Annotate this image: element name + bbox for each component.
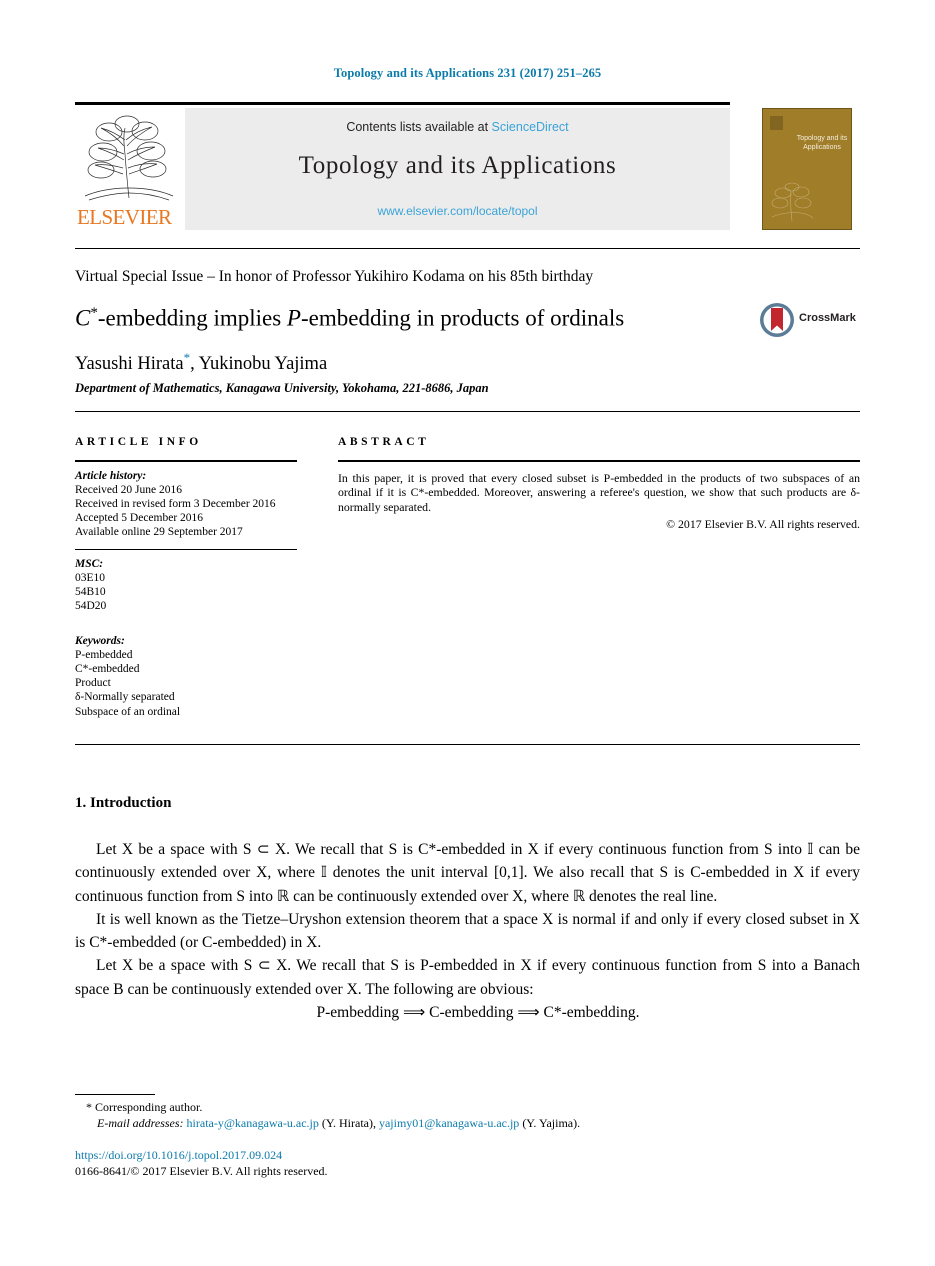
abstract-heading: ABSTRACT bbox=[338, 436, 430, 448]
journal-title: Topology and its Applications bbox=[298, 152, 617, 179]
email-link-hirata[interactable]: hirata-y@kanagawa-u.ac.jp bbox=[187, 1116, 319, 1130]
intro-paragraph-2: It is well known as the Tietze–Uryshon e… bbox=[75, 910, 860, 952]
contents-available-line: Contents lists available at ScienceDirec… bbox=[185, 120, 730, 134]
journal-url-link[interactable]: www.elsevier.com/locate/topol bbox=[185, 204, 730, 218]
email-addresses-note: E-mail addresses: hirata-y@kanagawa-u.ac… bbox=[75, 1115, 860, 1131]
abstract-rule bbox=[338, 460, 860, 462]
rule-top bbox=[75, 102, 730, 105]
keyword-item: C*-embedded bbox=[75, 663, 140, 676]
introduction-heading: 1. Introduction bbox=[75, 795, 172, 811]
paper-page: Topology and its Applications 231 (2017)… bbox=[0, 0, 935, 1266]
msc-code: 03E10 bbox=[75, 572, 106, 584]
affiliation: Department of Mathematics, Kanagawa Univ… bbox=[75, 381, 489, 395]
elsevier-wordmark: ELSEVIER bbox=[77, 205, 172, 229]
keywords-label: Keywords: bbox=[75, 634, 125, 647]
msc-divider-rule bbox=[75, 548, 297, 550]
display-equation: P-embedding ⟹ C-embedding ⟹ C*-embedding… bbox=[316, 1004, 640, 1022]
msc-code: 54B10 bbox=[75, 586, 106, 599]
title-segment-2: -embedding implies bbox=[97, 305, 287, 331]
sciencedirect-link[interactable]: ScienceDirect bbox=[492, 120, 569, 134]
special-issue-line: Virtual Special Issue – In honor of Prof… bbox=[75, 268, 594, 285]
msc-block: MSC: 03E10 54B10 54D20 bbox=[75, 557, 297, 614]
contents-prefix: Contents lists available at bbox=[346, 120, 492, 134]
history-item: Received 20 June 2016 bbox=[75, 483, 182, 496]
journal-masthead: ELSEVIER Contents lists available at Sci… bbox=[75, 108, 730, 230]
keyword-item: Subspace of an ordinal bbox=[75, 705, 181, 718]
history-item: Accepted 5 December 2016 bbox=[75, 512, 204, 525]
doi-link[interactable]: https://doi.org/10.1016/j.topol.2017.09.… bbox=[75, 1148, 860, 1164]
intro-paragraph-1: Let X be a space with S ⊂ X. We recall t… bbox=[75, 841, 860, 905]
masthead-banner: Contents lists available at ScienceDirec… bbox=[185, 108, 730, 230]
page-title: C*-embedding implies P-embedding in prod… bbox=[75, 298, 735, 334]
title-c-symbol: C bbox=[75, 305, 91, 331]
article-history-block: Article history: Received 20 June 2016 R… bbox=[75, 469, 297, 540]
author-1: Yasushi Hirata bbox=[75, 354, 184, 375]
corresponding-author-note: * Corresponding author. bbox=[75, 1099, 860, 1115]
msc-label: MSC: bbox=[75, 557, 104, 570]
article-history-label: Article history: bbox=[75, 469, 147, 482]
article-info-rule bbox=[75, 460, 297, 462]
title-p-symbol: P bbox=[286, 305, 301, 331]
crossmark-label: CrossMark bbox=[799, 312, 856, 324]
rule-abstract bbox=[75, 744, 860, 746]
introduction-body: Let X be a space with S ⊂ X. We recall t… bbox=[75, 838, 860, 1024]
rule-title bbox=[75, 411, 860, 413]
email-owner-hirata: (Y. Hirata), bbox=[321, 1116, 376, 1130]
email-label: E-mail addresses: bbox=[97, 1116, 184, 1130]
corresponding-marker: * bbox=[86, 1100, 92, 1114]
cover-tree-art-icon bbox=[771, 182, 814, 222]
keywords-block: Keywords: P-embedded C*-embedded Product… bbox=[75, 634, 297, 719]
email-link-yajima[interactable]: yajimy01@kanagawa-u.ac.jp bbox=[379, 1116, 519, 1130]
abstract-text: In this paper, it is proved that every c… bbox=[338, 470, 860, 514]
author-2: , Yukinobu Yajima bbox=[190, 354, 328, 375]
keyword-item: Product bbox=[75, 677, 111, 690]
journal-cover-thumbnail: Topology and its Applications bbox=[762, 108, 852, 230]
elsevier-logo: ELSEVIER bbox=[75, 108, 183, 230]
crossmark-badge[interactable]: CrossMark bbox=[757, 300, 861, 340]
crossmark-icon bbox=[760, 303, 794, 337]
history-item: Available online 29 September 2017 bbox=[75, 526, 243, 539]
elsevier-tree-icon bbox=[84, 115, 174, 201]
article-info-column: ARTICLE INFO Article history: Received 2… bbox=[75, 436, 297, 719]
history-item: Received in revised form 3 December 2016 bbox=[75, 498, 276, 510]
email-owner-yajima: (Y. Yajima). bbox=[522, 1116, 581, 1130]
footnote-block: * Corresponding author. E-mail addresses… bbox=[75, 1099, 860, 1131]
keyword-item: δ-Normally separated bbox=[75, 691, 175, 704]
msc-code: 54D20 bbox=[75, 600, 107, 613]
rule-masthead bbox=[75, 248, 860, 250]
corresponding-text: Corresponding author. bbox=[95, 1100, 203, 1114]
keyword-item: P-embedded bbox=[75, 648, 133, 661]
cover-title: Topology and its Applications bbox=[796, 135, 848, 151]
footer-metadata: https://doi.org/10.1016/j.topol.2017.09.… bbox=[75, 1148, 860, 1179]
running-head: Topology and its Applications 231 (2017)… bbox=[333, 66, 602, 80]
author-list: Yasushi Hirata*, Yukinobu Yajima bbox=[75, 350, 775, 375]
cover-elsevier-mini-logo bbox=[770, 116, 783, 130]
abstract-column: ABSTRACT In this paper, it is proved tha… bbox=[338, 436, 860, 532]
intro-paragraph-3: Let X be a space with S ⊂ X. We recall t… bbox=[75, 957, 860, 998]
title-star: * bbox=[90, 305, 98, 321]
footnote-rule bbox=[75, 1094, 155, 1096]
article-info-heading: ARTICLE INFO bbox=[75, 436, 202, 448]
issn-copyright-line: 0166-8641/© 2017 Elsevier B.V. All right… bbox=[75, 1163, 328, 1178]
abstract-copyright: © 2017 Elsevier B.V. All rights reserved… bbox=[666, 517, 860, 532]
title-segment-3: -embedding in products of ordinals bbox=[300, 305, 625, 331]
